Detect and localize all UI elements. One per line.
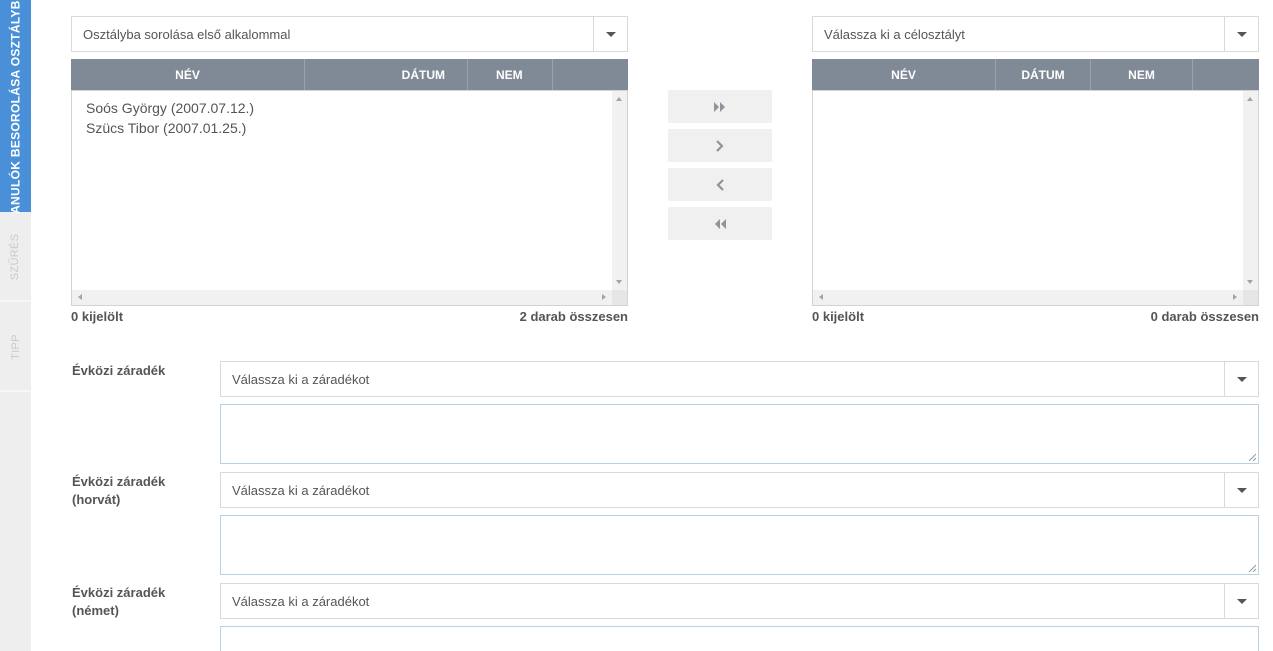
target-selected-count: 0 kijelölt	[812, 309, 865, 324]
clause-select-value: Válassza ki a záradékot	[232, 371, 370, 387]
page: TANULÓK BESOROLÁSA OSZTÁLYBA SZŰRÉS TIPP…	[0, 0, 1273, 651]
source-class-select-value: Osztályba sorolása első alkalommal	[83, 26, 291, 42]
vertical-tab-bar: TANULÓK BESOROLÁSA OSZTÁLYBA SZŰRÉS TIPP	[0, 0, 31, 651]
tab-student-class-assignment[interactable]: TANULÓK BESOROLÁSA OSZTÁLYBA	[0, 0, 31, 221]
chevron-down-icon[interactable]	[1224, 17, 1258, 51]
chevron-down-icon[interactable]	[1224, 473, 1258, 507]
target-student-list[interactable]	[812, 90, 1259, 306]
scroll-down-icon[interactable]	[1247, 280, 1253, 284]
tab-label: TIPP	[9, 334, 22, 360]
list-item[interactable]: Soós György (2007.07.12.)	[86, 98, 254, 118]
clause-select-value: Válassza ki a záradékot	[232, 593, 370, 609]
scroll-left-icon[interactable]	[819, 294, 823, 300]
target-table-header: NÉV DÁTUM NEM	[812, 59, 1259, 90]
move-all-right-button[interactable]	[668, 90, 772, 123]
target-class-select[interactable]: Válassza ki a célosztályt	[812, 16, 1259, 52]
clause-label: Évközi záradék (német)	[72, 585, 166, 618]
scrollbar-corner	[612, 290, 627, 305]
scroll-up-icon[interactable]	[1247, 97, 1253, 101]
column-header-gender[interactable]: NEM	[468, 59, 553, 90]
double-chevron-left-icon	[715, 218, 726, 229]
column-header-date[interactable]: DÁTUM	[305, 59, 468, 90]
double-chevron-right-icon	[714, 101, 725, 112]
chevron-left-icon	[716, 178, 724, 191]
source-table-header: NÉV DÁTUM NEM	[71, 59, 628, 90]
chevron-down-icon[interactable]	[1224, 584, 1258, 618]
vertical-scrollbar[interactable]	[612, 91, 627, 290]
clause-select[interactable]: Válassza ki a záradékot	[220, 583, 1259, 619]
horizontal-scrollbar[interactable]	[72, 290, 612, 305]
resize-grip-icon[interactable]	[1248, 564, 1256, 572]
tab-label: TANULÓK BESOROLÁSA OSZTÁLYBA	[8, 0, 23, 221]
move-right-button[interactable]	[668, 129, 772, 162]
target-total-count: 0 darab összesen	[1150, 309, 1259, 324]
scroll-left-icon[interactable]	[78, 294, 82, 300]
clause-textarea[interactable]	[220, 404, 1259, 464]
tab-filter[interactable]: SZŰRÉS	[0, 214, 31, 302]
scroll-right-icon[interactable]	[1233, 294, 1237, 300]
chevron-down-icon[interactable]	[1224, 362, 1258, 396]
source-student-list[interactable]: Soós György (2007.07.12.) Szücs Tibor (2…	[71, 90, 628, 306]
column-header-date[interactable]: DÁTUM	[996, 59, 1091, 90]
clause-label: Évközi záradék	[72, 363, 166, 378]
target-class-select-value: Válassza ki a célosztályt	[824, 26, 965, 42]
clause-textarea[interactable]	[220, 515, 1259, 575]
move-left-button[interactable]	[668, 168, 772, 201]
source-total-count: 2 darab összesen	[519, 309, 628, 324]
column-header-name[interactable]: NÉV	[71, 59, 305, 90]
chevron-down-icon[interactable]	[593, 17, 627, 51]
column-header-spacer	[1193, 59, 1259, 90]
chevron-right-icon	[716, 139, 724, 152]
list-item[interactable]: Szücs Tibor (2007.01.25.)	[86, 118, 254, 138]
clause-select-value: Válassza ki a záradékot	[232, 482, 370, 498]
source-class-select[interactable]: Osztályba sorolása első alkalommal	[71, 16, 628, 52]
horizontal-scrollbar[interactable]	[813, 290, 1243, 305]
column-header-gender[interactable]: NEM	[1091, 59, 1193, 90]
clause-textarea[interactable]	[220, 626, 1259, 651]
clause-select[interactable]: Válassza ki a záradékot	[220, 472, 1259, 508]
resize-grip-icon[interactable]	[1248, 453, 1256, 461]
scroll-right-icon[interactable]	[602, 294, 606, 300]
scroll-up-icon[interactable]	[616, 97, 622, 101]
column-header-name[interactable]: NÉV	[812, 59, 996, 90]
tab-label: SZŰRÉS	[9, 233, 22, 281]
tab-tip[interactable]: TIPP	[0, 304, 31, 392]
scrollbar-corner	[1243, 290, 1258, 305]
clause-label: Évközi záradék (horvát)	[72, 474, 166, 507]
vertical-scrollbar[interactable]	[1243, 91, 1258, 290]
column-header-spacer	[553, 59, 628, 90]
scroll-down-icon[interactable]	[616, 280, 622, 284]
clause-select[interactable]: Válassza ki a záradékot	[220, 361, 1259, 397]
move-all-left-button[interactable]	[668, 207, 772, 240]
source-list-items: Soós György (2007.07.12.) Szücs Tibor (2…	[86, 98, 254, 138]
source-selected-count: 0 kijelölt	[71, 309, 124, 324]
